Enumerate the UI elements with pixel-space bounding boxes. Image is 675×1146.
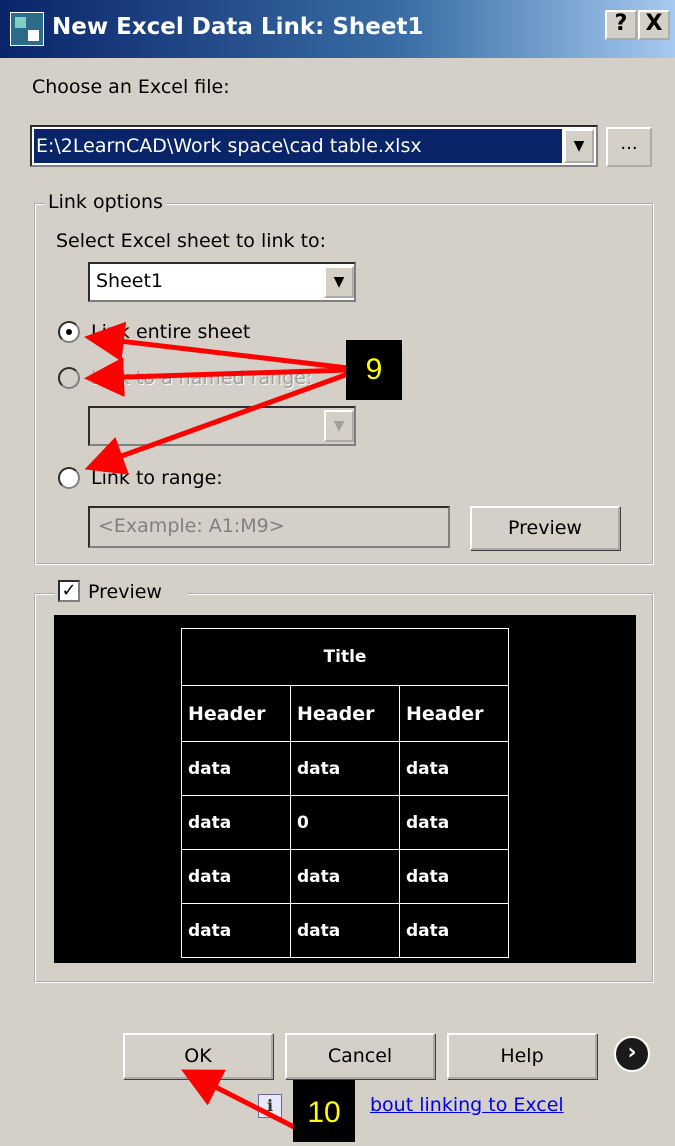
table-row: data data data xyxy=(181,903,509,958)
ok-button[interactable]: OK xyxy=(123,1033,273,1079)
cancel-button[interactable]: Cancel xyxy=(285,1033,435,1079)
info-icon: i xyxy=(258,1094,282,1118)
preview-table: Title Header Header Header data data dat… xyxy=(181,628,509,958)
radio-selected-dot xyxy=(66,329,72,335)
preview-checkbox-label: Preview xyxy=(88,581,162,603)
table-row: data data data xyxy=(181,741,509,796)
arrow-to-ok xyxy=(181,1069,302,1133)
file-dropdown-button[interactable]: ▼ xyxy=(564,129,594,163)
table-header-cell: Header xyxy=(181,685,291,742)
step-9-callout: 9 xyxy=(346,340,402,400)
table-cell: data xyxy=(181,795,291,850)
table-cell: data xyxy=(399,795,509,850)
expand-options-icon[interactable]: › xyxy=(614,1036,650,1072)
table-title-row: Title xyxy=(181,628,509,686)
window-title: New Excel Data Link: Sheet1 xyxy=(52,14,424,40)
help-title-button[interactable]: ? xyxy=(605,10,637,40)
preview-range-button[interactable]: Preview xyxy=(470,506,620,550)
table-header-cell: Header xyxy=(399,685,509,742)
preview-checkbox[interactable]: ✓ xyxy=(58,580,80,602)
table-cell: 0 xyxy=(290,795,400,850)
table-row: data data data xyxy=(181,849,509,904)
excel-file-value: E:\2LearnCAD\Work space\cad table.xlsx xyxy=(34,129,562,163)
link-options-legend: Link options xyxy=(44,191,167,213)
browse-button[interactable]: ... xyxy=(606,127,652,167)
close-button[interactable]: X xyxy=(638,10,670,40)
sheet-dropdown-button[interactable]: ▼ xyxy=(324,266,354,298)
table-cell: data xyxy=(399,741,509,796)
sheet-combobox[interactable]: Sheet1 ▼ xyxy=(88,262,356,302)
table-header-row: Header Header Header xyxy=(181,685,509,742)
sheet-value: Sheet1 xyxy=(96,270,164,292)
link-to-range-radio[interactable] xyxy=(58,467,80,489)
range-input[interactable]: <Example: A1:M9> xyxy=(88,506,450,548)
table-cell: data xyxy=(181,741,291,796)
link-entire-sheet-label: Link entire sheet xyxy=(91,321,251,343)
link-to-range-label: Link to range: xyxy=(91,467,223,489)
named-range-dropdown-button[interactable]: ▼ xyxy=(324,410,354,442)
table-cell: data xyxy=(399,849,509,904)
sheet-select-label: Select Excel sheet to link to: xyxy=(56,230,327,252)
named-range-combobox[interactable]: ▼ xyxy=(88,406,356,446)
table-title-cell: Title xyxy=(181,628,509,686)
table-cell: data xyxy=(399,903,509,958)
learn-about-linking-link[interactable]: bout linking to Excel xyxy=(370,1094,564,1116)
table-preview-area: Title Header Header Header data data dat… xyxy=(54,615,636,963)
excel-file-combobox[interactable]: E:\2LearnCAD\Work space\cad table.xlsx ▼ xyxy=(30,125,598,167)
link-named-range-radio[interactable] xyxy=(58,367,80,389)
table-cell: data xyxy=(290,741,400,796)
table-cell: data xyxy=(290,849,400,904)
table-cell: data xyxy=(181,903,291,958)
autocad-app-icon xyxy=(10,12,44,46)
help-button[interactable]: Help xyxy=(447,1033,597,1079)
table-cell: data xyxy=(290,903,400,958)
link-named-range-label: Link to a named range: xyxy=(91,367,313,389)
link-entire-sheet-radio[interactable] xyxy=(58,321,80,343)
table-header-cell: Header xyxy=(290,685,400,742)
table-cell: data xyxy=(181,849,291,904)
table-row: data 0 data xyxy=(181,795,509,850)
step-10-callout: 10 xyxy=(293,1080,355,1142)
choose-file-label: Choose an Excel file: xyxy=(32,76,230,98)
